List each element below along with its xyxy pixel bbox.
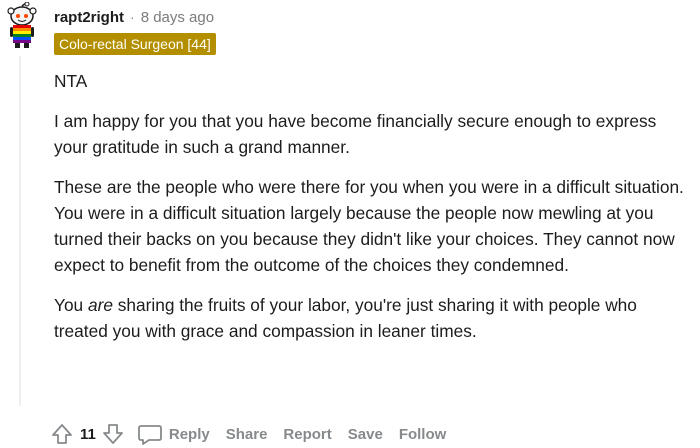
emphasis-text: are xyxy=(87,295,113,315)
reply-button[interactable]: Reply xyxy=(137,422,210,446)
thread-line[interactable] xyxy=(19,56,21,406)
save-button[interactable]: Save xyxy=(348,426,383,443)
comment-header: rapt2right · 8 days ago xyxy=(54,6,214,28)
comment-actions: 11 Reply Share Report Save Follow xyxy=(50,420,462,448)
paragraph: These are the people who were there for … xyxy=(54,177,684,275)
username[interactable]: rapt2right xyxy=(54,9,124,26)
speech-bubble-icon xyxy=(137,422,163,446)
paragraph: You are sharing the fruits of your labor… xyxy=(54,292,694,344)
paragraph: I am happy for you that you have become … xyxy=(54,111,657,157)
vote-group: 11 xyxy=(50,422,125,446)
avatar[interactable] xyxy=(4,1,40,50)
downvote-arrow-icon[interactable] xyxy=(101,422,125,446)
reply-label: Reply xyxy=(168,425,210,443)
separator-dot: · xyxy=(130,9,135,25)
follow-button[interactable]: Follow xyxy=(399,426,447,443)
comment-body: NTA I am happy for you that you have bec… xyxy=(54,68,694,358)
paragraph: NTA xyxy=(54,71,88,91)
snoo-avatar-icon xyxy=(7,1,37,48)
report-button[interactable]: Report xyxy=(283,426,331,443)
share-button[interactable]: Share xyxy=(226,426,268,443)
timestamp[interactable]: 8 days ago xyxy=(141,9,214,26)
paragraph-text: You xyxy=(54,295,88,315)
upvote-arrow-icon[interactable] xyxy=(50,422,74,446)
vote-score: 11 xyxy=(80,425,96,443)
user-flair: Colo-rectal Surgeon [44] xyxy=(54,33,216,55)
paragraph-text: sharing the fruits of your labor, you're… xyxy=(54,295,637,341)
